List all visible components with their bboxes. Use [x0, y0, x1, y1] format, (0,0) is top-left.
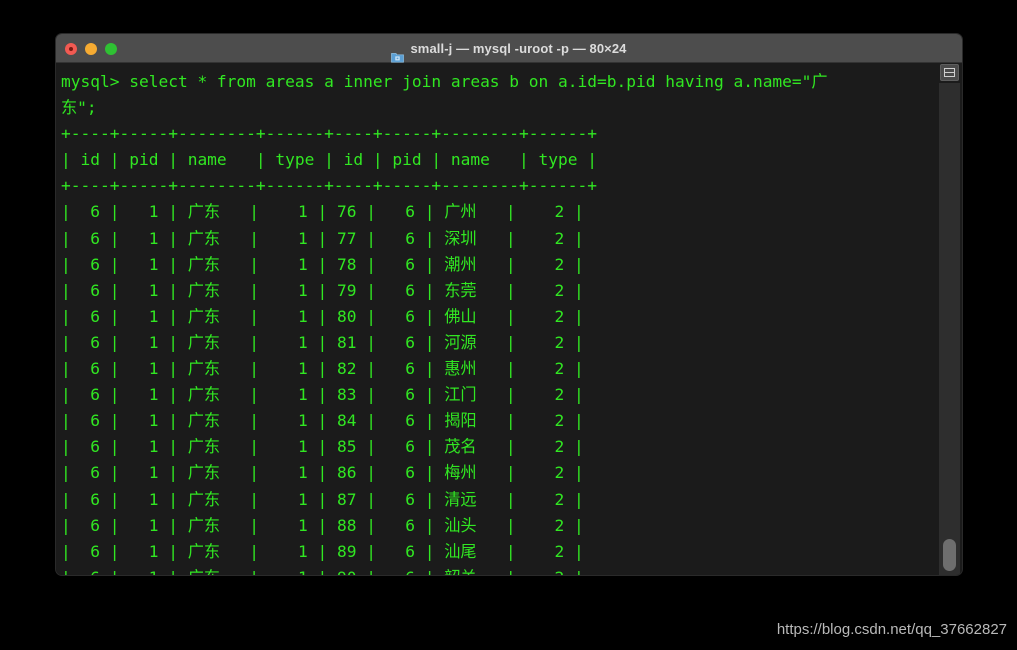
watermark: https://blog.csdn.net/qq_37662827: [776, 621, 1007, 638]
table-separator: +----+-----+--------+------+----+-----+-…: [61, 124, 598, 144]
table-row: | 6 | 1 | 广东 | 1 | 89 | 6 | 汕尾 | 2 |: [61, 541, 584, 561]
table-row: | 6 | 1 | 广东 | 1 | 83 | 6 | 江门 | 2 |: [61, 385, 584, 405]
table-row: | 6 | 1 | 广东 | 1 | 82 | 6 | 惠州 | 2 |: [61, 359, 584, 379]
split-pane-icon: [944, 68, 955, 77]
table-row: | 6 | 1 | 广东 | 1 | 76 | 6 | 广州 | 2 |: [61, 202, 584, 222]
table-row: | 6 | 1 | 广东 | 1 | 85 | 6 | 茂名 | 2 |: [61, 437, 584, 457]
split-pane-button[interactable]: [940, 64, 959, 81]
window-titlebar[interactable]: small-j — mysql -uroot -p — 80×24: [56, 34, 962, 63]
terminal-body[interactable]: mysql> select * from areas a inner join …: [56, 63, 962, 575]
terminal-screen[interactable]: mysql> select * from areas a inner join …: [61, 69, 934, 575]
table-row: | 6 | 1 | 广东 | 1 | 86 | 6 | 梅州 | 2 |: [61, 463, 584, 483]
terminal-right-gutter: [934, 63, 962, 575]
table-row: | 6 | 1 | 广东 | 1 | 77 | 6 | 深圳 | 2 |: [61, 228, 584, 248]
folder-icon: [391, 43, 405, 63]
table-row: | 6 | 1 | 广东 | 1 | 81 | 6 | 河源 | 2 |: [61, 332, 584, 352]
table-row: | 6 | 1 | 广东 | 1 | 88 | 6 | 汕头 | 2 |: [61, 515, 584, 535]
window-title: small-j — mysql -uroot -p — 80×24: [410, 40, 627, 56]
terminal-scrollbar[interactable]: [939, 83, 960, 575]
scrollbar-thumb[interactable]: [943, 539, 956, 571]
table-row: | 6 | 1 | 广东 | 1 | 80 | 6 | 佛山 | 2 |: [61, 306, 584, 326]
table-separator: +----+-----+--------+------+----+-----+-…: [61, 176, 598, 196]
table-row: | 6 | 1 | 广东 | 1 | 79 | 6 | 东莞 | 2 |: [61, 280, 584, 300]
table-row: | 6 | 1 | 广东 | 1 | 78 | 6 | 潮州 | 2 |: [61, 254, 584, 274]
prompt-line-continued: 东";: [61, 98, 97, 118]
table-row: | 6 | 1 | 广东 | 1 | 84 | 6 | 揭阳 | 2 |: [61, 411, 584, 431]
table-header-row: | id | pid | name | type | id | pid | na…: [61, 150, 598, 170]
table-row: | 6 | 1 | 广东 | 1 | 90 | 6 | 韶关 | 2 |: [61, 565, 934, 575]
window-title-wrap: small-j — mysql -uroot -p — 80×24: [56, 34, 962, 63]
prompt-line: mysql> select * from areas a inner join …: [61, 72, 828, 91]
terminal-window[interactable]: small-j — mysql -uroot -p — 80×24 mysql>…: [55, 33, 963, 576]
table-row: | 6 | 1 | 广东 | 1 | 87 | 6 | 清远 | 2 |: [61, 489, 584, 509]
